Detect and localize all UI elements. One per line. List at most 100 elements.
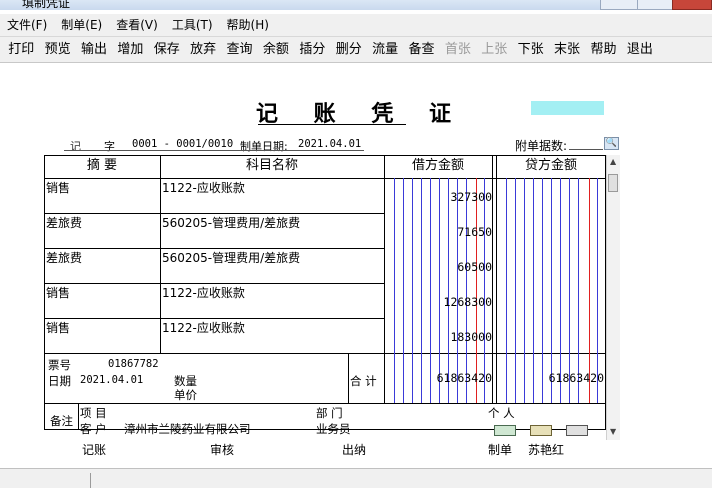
total-label: 合 计: [350, 374, 377, 388]
save-button[interactable]: 保存: [149, 38, 185, 62]
maker-label: 制单: [488, 443, 513, 457]
staff-label: 业务员: [316, 422, 351, 436]
debit-guide-line: [448, 178, 449, 403]
delete-entry-button[interactable]: 删分: [331, 38, 367, 62]
entry-account[interactable]: 560205-管理费用/差旅费: [162, 249, 300, 266]
window-title: 填制凭证: [22, 0, 71, 10]
date-label: 制单日期:: [240, 140, 288, 153]
debit-guide-line: [457, 178, 458, 403]
remark-icon-1[interactable]: [494, 425, 516, 436]
col-line: [496, 155, 497, 403]
debit-decimal-line: [476, 178, 477, 403]
credit-guide-line: [533, 178, 534, 403]
bill-date-label: 日期: [48, 374, 71, 388]
debit-guide-line: [484, 178, 485, 403]
account-header: 科目名称: [245, 158, 298, 173]
department-label: 部 门: [316, 406, 343, 420]
credit-guide-line: [551, 178, 552, 403]
row-line: [44, 353, 606, 354]
remark-icon-3[interactable]: [566, 425, 588, 436]
title-underline: [258, 124, 406, 125]
status-separator: [90, 473, 91, 488]
credit-guide-line: [506, 178, 507, 403]
customer-value[interactable]: 漳州市兰陵药业有限公司: [124, 421, 251, 437]
scroll-up-icon[interactable]: ▲: [610, 157, 616, 166]
debit-guide-line: [403, 178, 404, 403]
bill-no[interactable]: 01867782: [108, 358, 159, 370]
export-button[interactable]: 输出: [76, 38, 112, 62]
cashflow-button[interactable]: 流量: [367, 38, 403, 62]
entry-debit[interactable]: 327300: [386, 190, 492, 204]
entry-account[interactable]: 1122-应收账款: [162, 319, 245, 336]
attachment-count-field[interactable]: [569, 149, 603, 150]
bill-date[interactable]: 2021.04.01: [80, 374, 143, 386]
customer-label: 客 户: [80, 422, 107, 436]
col-line: [384, 155, 385, 403]
entry-summary[interactable]: 差旅费: [46, 249, 82, 266]
bill-no-label: 票号: [48, 358, 71, 372]
credit-guide-line: [597, 178, 598, 403]
entry-debit[interactable]: 1268300: [386, 295, 492, 309]
remark-icon-2[interactable]: [530, 425, 552, 436]
search-icon[interactable]: 🔍: [604, 137, 619, 150]
scroll-down-icon[interactable]: ▼: [610, 427, 616, 436]
entry-account[interactable]: 560205-管理费用/差旅费: [162, 214, 300, 231]
entry-debit[interactable]: 183000: [386, 330, 492, 344]
scroll-thumb[interactable]: [608, 174, 618, 192]
query-button[interactable]: 查询: [221, 38, 257, 62]
last-button[interactable]: 末张: [549, 38, 585, 62]
discard-button[interactable]: 放弃: [185, 38, 221, 62]
menu-file[interactable]: 文件(F): [0, 15, 54, 35]
voucher-zi-label: 字: [104, 140, 115, 153]
voucher-date[interactable]: 2021.04.01: [298, 138, 361, 150]
insert-entry-button[interactable]: 插分: [294, 38, 330, 62]
preview-button[interactable]: 预览: [39, 38, 75, 62]
entry-debit[interactable]: 60500: [386, 260, 492, 274]
close-button[interactable]: [672, 0, 712, 10]
menu-bar: 文件(F) 制单(E) 查看(V) 工具(T) 帮助(H): [0, 14, 712, 37]
total-credit: 61863420: [548, 371, 604, 385]
minimize-button[interactable]: [600, 0, 638, 10]
remark-label: 备注: [50, 414, 73, 428]
next-button[interactable]: 下张: [512, 38, 548, 62]
status-indicator: [531, 101, 604, 115]
debit-guide-line: [466, 178, 467, 403]
header-underline: [64, 150, 364, 151]
table-border-left: [44, 155, 45, 430]
exit-button[interactable]: 退出: [622, 38, 658, 62]
attachment-label: 附单据数:: [515, 139, 568, 153]
signature-row: 记账 审核 出纳 制单 苏艳红: [44, 441, 606, 457]
entry-debit[interactable]: 71650: [386, 225, 492, 239]
entry-summary[interactable]: 销售: [46, 284, 70, 301]
reviewer-label: 审核: [210, 443, 235, 457]
menu-view[interactable]: 查看(V): [109, 15, 165, 35]
credit-decimal-line: [589, 178, 590, 403]
status-bar: [0, 468, 712, 488]
entry-account[interactable]: 1122-应收账款: [162, 284, 245, 301]
entry-account[interactable]: 1122-应收账款: [162, 179, 245, 196]
maximize-button[interactable]: [637, 0, 675, 10]
entry-summary[interactable]: 销售: [46, 179, 70, 196]
first-button[interactable]: 首张: [440, 38, 476, 62]
menu-voucher[interactable]: 制单(E): [54, 15, 109, 35]
entry-summary[interactable]: 差旅费: [46, 214, 82, 231]
menu-tools[interactable]: 工具(T): [165, 15, 220, 35]
voucher-number[interactable]: 0001 - 0001/0010: [132, 138, 233, 150]
voucher-type[interactable]: 记: [70, 138, 81, 154]
entry-summary[interactable]: 销售: [46, 319, 70, 336]
debit-guide-line: [394, 178, 395, 403]
memo-button[interactable]: 备查: [403, 38, 439, 62]
previous-button[interactable]: 上张: [476, 38, 512, 62]
balance-button[interactable]: 余额: [258, 38, 294, 62]
help-button[interactable]: 帮助: [585, 38, 621, 62]
col-line: [78, 403, 79, 429]
vertical-scrollbar[interactable]: ▲ ▼: [606, 155, 620, 440]
debit-header: 借方金额: [411, 158, 464, 173]
debit-guide-line: [430, 178, 431, 403]
add-button[interactable]: 增加: [112, 38, 148, 62]
credit-header: 贷方金额: [524, 158, 577, 173]
credit-guide-line: [578, 178, 579, 403]
menu-help[interactable]: 帮助(H): [220, 15, 276, 35]
credit-guide-line: [524, 178, 525, 403]
print-button[interactable]: 打印: [3, 38, 39, 62]
